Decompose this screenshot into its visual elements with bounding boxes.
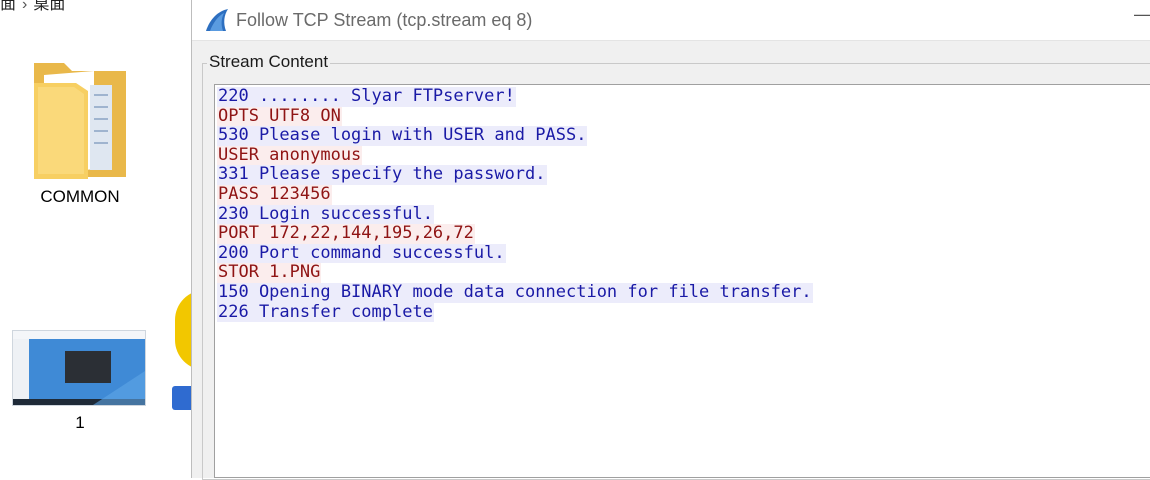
stream-content-textarea[interactable]: 220 ........ Slyar FTPserver! OPTS UTF8 O… bbox=[214, 84, 1150, 478]
server-line: 331 Please specify the password. bbox=[217, 164, 547, 185]
breadcrumb-separator-icon: › bbox=[22, 0, 28, 13]
minimize-button[interactable]: — bbox=[1134, 4, 1150, 26]
screenshot-thumbnail[interactable] bbox=[12, 330, 146, 406]
server-line: 220 ........ Slyar FTPserver! bbox=[217, 86, 516, 107]
desktop-item-1-label[interactable]: 1 bbox=[20, 413, 140, 433]
breadcrumb-parent[interactable]: 面 bbox=[0, 0, 16, 13]
server-line: 230 Login successful. bbox=[217, 203, 434, 225]
client-line: USER anonymous bbox=[217, 144, 363, 166]
client-line: PASS 123456 bbox=[217, 183, 332, 205]
follow-tcp-stream-window: Follow TCP Stream (tcp.stream eq 8) — 22… bbox=[191, 0, 1150, 480]
desktop-item-common-label[interactable]: COMMON bbox=[20, 187, 140, 207]
stream-content-label: Stream Content bbox=[207, 52, 331, 72]
server-line: 150 Opening BINARY mode data connection … bbox=[217, 281, 813, 303]
client-line: OPTS UTF8 ON bbox=[217, 105, 342, 127]
stream-lines: 220 ........ Slyar FTPserver! OPTS UTF8 O… bbox=[217, 86, 1150, 323]
window-title: Follow TCP Stream (tcp.stream eq 8) bbox=[236, 9, 533, 30]
breadcrumb-current[interactable]: 桌面 bbox=[33, 0, 65, 13]
client-line: STOR 1.PNG bbox=[217, 262, 322, 283]
desktop-breadcrumb: 面 › 桌面 bbox=[0, 0, 65, 14]
window-titlebar[interactable]: Follow TCP Stream (tcp.stream eq 8) — bbox=[192, 0, 1150, 41]
thumbnail-image bbox=[13, 331, 145, 405]
server-line: 200 Port command successful. bbox=[217, 242, 506, 264]
client-line: PORT 172,22,144,195,26,72 bbox=[217, 223, 475, 244]
wireshark-fin-icon bbox=[206, 9, 228, 31]
server-line: 226 Transfer complete bbox=[217, 301, 434, 323]
folder-icon[interactable] bbox=[30, 55, 130, 180]
server-line: 530 Please login with USER and PASS. bbox=[217, 125, 588, 146]
